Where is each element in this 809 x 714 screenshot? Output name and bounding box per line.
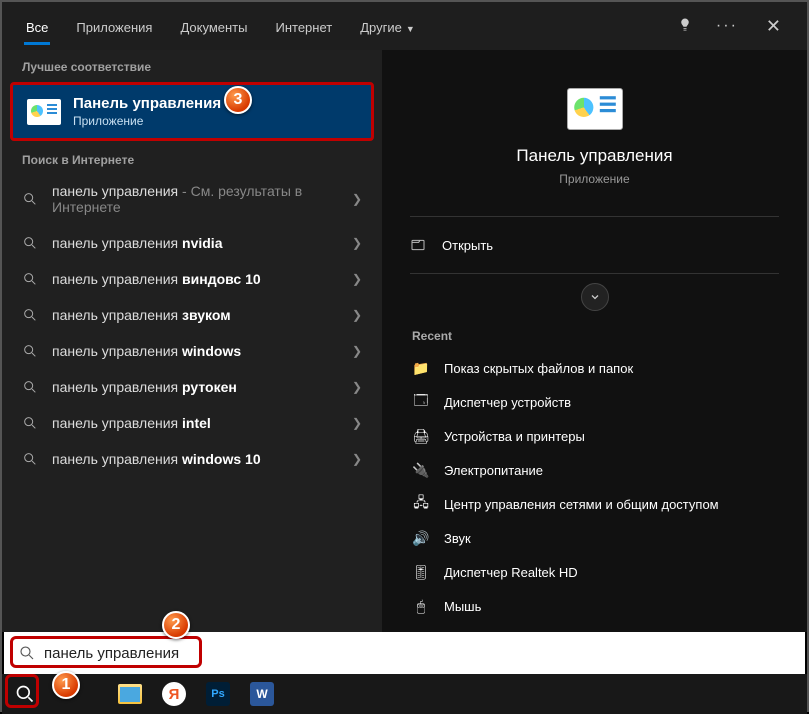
- suggestion-text: панель управления виндовс 10: [52, 271, 352, 287]
- recent-label: Диспетчер устройств: [444, 395, 571, 410]
- tab-other[interactable]: Другие▼: [346, 8, 429, 45]
- suggestion-text: панель управления intel: [52, 415, 352, 431]
- recent-label: Мышь: [444, 599, 481, 614]
- recent-label: Звук: [444, 531, 471, 546]
- taskbar-search-icon[interactable]: [12, 681, 38, 707]
- recent-item[interactable]: 🖨 Устройства и принтеры: [382, 419, 807, 453]
- chevron-right-icon: ❯: [352, 380, 362, 394]
- search-icon: [22, 191, 38, 207]
- suggestion-text: панель управления - См. результаты в Инт…: [52, 183, 352, 215]
- annotation-badge-3: 3: [224, 86, 252, 114]
- printer-icon: 🖨: [412, 427, 430, 445]
- realtek-icon: 🎚: [412, 563, 430, 581]
- control-panel-large-icon: [567, 88, 623, 130]
- search-panel: Все Приложения Документы Интернет Другие…: [2, 2, 807, 632]
- best-match-subtitle: Приложение: [73, 114, 221, 128]
- recent-label: Показ скрытых файлов и папок: [444, 361, 633, 376]
- suggestion-item[interactable]: панель управления intel❯: [2, 405, 382, 441]
- tab-apps[interactable]: Приложения: [62, 8, 166, 45]
- suggestion-item[interactable]: панель управления windows❯: [2, 333, 382, 369]
- best-match-header: Лучшее соответствие: [2, 50, 382, 80]
- chevron-right-icon: ❯: [352, 344, 362, 358]
- best-match-title: Панель управления: [73, 95, 221, 112]
- tabs-bar: Все Приложения Документы Интернет Другие…: [2, 2, 807, 50]
- tab-docs[interactable]: Документы: [166, 8, 261, 45]
- suggestion-text: панель управления windows: [52, 343, 352, 359]
- feedback-icon[interactable]: [676, 17, 694, 35]
- tab-all[interactable]: Все: [12, 8, 62, 45]
- recent-header: Recent: [382, 311, 807, 351]
- taskbar-word-icon[interactable]: W: [250, 682, 274, 706]
- search-icon: [22, 271, 38, 287]
- chevron-right-icon: ❯: [352, 236, 362, 250]
- chevron-right-icon: ❯: [352, 308, 362, 322]
- suggestion-text: панель управления windows 10: [52, 451, 352, 467]
- search-icon: [22, 235, 38, 251]
- suggestion-item[interactable]: панель управления - См. результаты в Инт…: [2, 173, 382, 225]
- recent-item[interactable]: 🔊 Звук: [382, 521, 807, 555]
- open-icon: [410, 237, 426, 253]
- recent-label: Электропитание: [444, 463, 543, 478]
- results-column: Лучшее соответствие Панель управления Пр…: [2, 50, 382, 632]
- suggestion-item[interactable]: панель управления виндовс 10❯: [2, 261, 382, 297]
- recent-label: Диспетчер Realtek HD: [444, 565, 578, 580]
- recent-item[interactable]: 🖱 Мышь: [382, 589, 807, 623]
- recent-item[interactable]: 🖧 Центр управления сетями и общим доступо…: [382, 487, 807, 521]
- best-match-item[interactable]: Панель управления Приложение: [10, 82, 374, 141]
- network-icon: 🖧: [412, 495, 430, 513]
- search-icon: [22, 415, 38, 431]
- suggestion-text: панель управления nvidia: [52, 235, 352, 251]
- recent-label: Центр управления сетями и общим доступом: [444, 497, 719, 512]
- suggestion-item[interactable]: панель управления windows 10❯: [2, 441, 382, 477]
- preview-column: Панель управления Приложение Открыть Rec…: [382, 50, 807, 632]
- chevron-right-icon: ❯: [352, 416, 362, 430]
- taskbar: Я Ps W: [2, 674, 807, 714]
- sound-icon: 🔊: [412, 529, 430, 547]
- annotation-badge-1: 1: [52, 671, 80, 699]
- chevron-right-icon: ❯: [352, 272, 362, 286]
- recent-item[interactable]: 🎚 Диспетчер Realtek HD: [382, 555, 807, 589]
- taskbar-explorer-icon[interactable]: [118, 684, 142, 704]
- chevron-right-icon: ❯: [352, 192, 362, 206]
- suggestion-item[interactable]: панель управления рутокен❯: [2, 369, 382, 405]
- search-icon: [22, 343, 38, 359]
- close-icon[interactable]: ✕: [760, 16, 787, 37]
- suggestion-text: панель управления звуком: [52, 307, 352, 323]
- recent-item[interactable]: 📁 Показ скрытых файлов и папок: [382, 351, 807, 385]
- search-icon: [22, 307, 38, 323]
- power-icon: 🔌: [412, 461, 430, 479]
- caret-down-icon: ▼: [406, 24, 415, 34]
- folder-icon: 📁: [412, 359, 430, 377]
- recent-label: Устройства и принтеры: [444, 429, 585, 444]
- preview-title: Панель управления: [402, 146, 787, 166]
- open-action[interactable]: Открыть: [382, 227, 807, 263]
- tab-internet[interactable]: Интернет: [261, 8, 346, 45]
- suggestion-item[interactable]: панель управления nvidia❯: [2, 225, 382, 261]
- mouse-icon: 🖱: [412, 597, 430, 615]
- search-icon: [22, 451, 38, 467]
- suggestion-item[interactable]: панель управления звуком❯: [2, 297, 382, 333]
- expand-icon[interactable]: [581, 283, 609, 311]
- taskbar-yandex-icon[interactable]: Я: [162, 682, 186, 706]
- more-icon[interactable]: ···: [716, 17, 738, 35]
- search-icon: [22, 379, 38, 395]
- search-bar[interactable]: [4, 632, 805, 674]
- control-panel-icon: [27, 99, 61, 125]
- recent-item[interactable]: 🗔 Диспетчер устройств: [382, 385, 807, 419]
- chevron-right-icon: ❯: [352, 452, 362, 466]
- web-search-header: Поиск в Интернете: [2, 143, 382, 173]
- recent-item[interactable]: 🔌 Электропитание: [382, 453, 807, 487]
- preview-subtitle: Приложение: [402, 172, 787, 186]
- taskbar-photoshop-icon[interactable]: Ps: [206, 682, 230, 706]
- suggestion-text: панель управления рутокен: [52, 379, 352, 395]
- task-manager-icon: 🗔: [412, 393, 430, 411]
- annotation-badge-2: 2: [162, 611, 190, 639]
